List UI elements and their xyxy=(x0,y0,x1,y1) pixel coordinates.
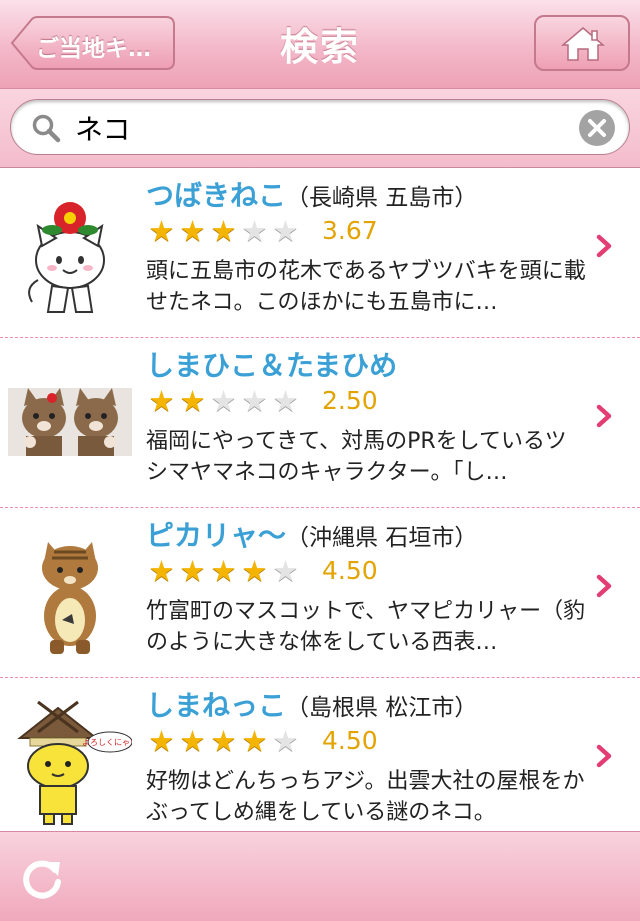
home-button[interactable] xyxy=(534,15,630,71)
thumbnail-shimanekko: よろしくにゃ！ xyxy=(8,698,138,828)
item-location: （長崎県 五島市） xyxy=(286,185,478,211)
star-empty-icon: ★ xyxy=(241,214,268,248)
search-field[interactable] xyxy=(10,99,630,155)
rating-score: 2.50 xyxy=(322,386,378,415)
cat-mascot-image: よろしくにゃ！ xyxy=(17,700,138,825)
rating-score: 4.50 xyxy=(322,726,378,755)
star-filled-icon: ★ xyxy=(179,554,206,588)
cat-mascot-image xyxy=(42,542,98,654)
speech-bubble-text: よろしくにゃ！ xyxy=(82,738,132,747)
item-location: （沖縄県 石垣市） xyxy=(286,525,478,551)
item-name: ピカリャ〜 xyxy=(146,519,287,552)
bottom-toolbar xyxy=(0,831,640,921)
star-rating: ★ ★ ★ ★ ★ xyxy=(146,724,301,758)
star-filled-icon: ★ xyxy=(241,724,268,758)
star-filled-icon: ★ xyxy=(210,214,237,248)
item-name: しまねっこ xyxy=(146,689,287,722)
list-item[interactable]: ピカリャ〜（沖縄県 石垣市） ★ ★ ★ ★ ★ 4.50 竹富町のマスコットで… xyxy=(0,508,640,678)
name-line: つばきねこ（長崎県 五島市） xyxy=(146,174,477,214)
name-line: しまひこ＆たまひめ xyxy=(146,344,397,384)
star-empty-icon: ★ xyxy=(272,554,299,588)
star-filled-icon: ★ xyxy=(148,554,175,588)
star-filled-icon: ★ xyxy=(210,554,237,588)
name-line: しまねっこ（島根県 松江市） xyxy=(146,684,477,724)
thumbnail-shimahiko-tamahime xyxy=(8,358,132,488)
rating-score: 4.50 xyxy=(322,556,378,585)
star-rating: ★ ★ ★ ★ ★ xyxy=(146,554,301,588)
item-description: 福岡にやってきて、対馬のPRをしているツシマヤマネコのキャラクター。「し… xyxy=(146,429,567,485)
star-filled-icon: ★ xyxy=(210,724,237,758)
star-empty-icon: ★ xyxy=(272,724,299,758)
cat-mascot-photo xyxy=(8,388,132,456)
star-empty-icon: ★ xyxy=(272,214,299,248)
star-rating: ★ ★ ★ ★ ★ xyxy=(146,214,301,248)
star-rating: ★ ★ ★ ★ ★ xyxy=(146,384,301,418)
item-description: 竹富町のマスコットで、ヤマピカリャー（豹のように大きな体をしている西表… xyxy=(146,599,586,655)
star-empty-icon: ★ xyxy=(210,384,237,418)
list-item[interactable]: しまひこ＆たまひめ ★ ★ ★ ★ ★ 2.50 福岡にやってきて、対馬のPRを… xyxy=(0,338,640,508)
chevron-right-icon xyxy=(596,574,612,598)
star-filled-icon: ★ xyxy=(148,214,175,248)
close-icon xyxy=(588,119,606,137)
list-item[interactable]: つばきねこ（長崎県 五島市） ★ ★ ★ ★ ★ 3.67 頭に五島市の花木であ… xyxy=(0,168,640,338)
thumbnail-tsubakineko xyxy=(8,188,132,318)
star-empty-icon: ★ xyxy=(241,384,268,418)
list-item[interactable]: よろしくにゃ！ しまねっこ（島根県 松江市） ★ ★ ★ ★ ★ 4.50 好物… xyxy=(0,678,640,831)
home-icon xyxy=(561,27,605,61)
navigation-bar: ご当地キ… 検索 xyxy=(0,0,640,89)
search-icon xyxy=(32,114,61,143)
chevron-right-icon xyxy=(596,744,612,768)
item-name: つばきねこ xyxy=(146,179,287,212)
item-description: 好物はどんちっちアジ。出雲大社の屋根をかぶってしめ縄をしている謎のネコ。 xyxy=(146,769,585,825)
star-filled-icon: ★ xyxy=(148,384,175,418)
item-location: （島根県 松江市） xyxy=(286,695,478,721)
cat-mascot-image xyxy=(28,202,105,313)
star-empty-icon: ★ xyxy=(272,384,299,418)
star-filled-icon: ★ xyxy=(148,724,175,758)
name-line: ピカリャ〜（沖縄県 石垣市） xyxy=(146,514,477,554)
results-list: つばきねこ（長崎県 五島市） ★ ★ ★ ★ ★ 3.67 頭に五島市の花木であ… xyxy=(0,168,640,831)
search-bar xyxy=(0,89,640,168)
item-name: しまひこ＆たまひめ xyxy=(146,349,398,382)
refresh-icon[interactable] xyxy=(18,854,66,902)
search-input[interactable] xyxy=(73,107,557,149)
star-filled-icon: ★ xyxy=(241,554,268,588)
star-filled-icon: ★ xyxy=(179,724,206,758)
clear-search-button[interactable] xyxy=(579,110,615,146)
chevron-right-icon xyxy=(596,404,612,428)
item-description: 頭に五島市の花木であるヤブツバキを頭に載せたネコ。このほかにも五島市に… xyxy=(146,259,586,315)
star-filled-icon: ★ xyxy=(179,214,206,248)
thumbnail-pikarya xyxy=(8,528,132,658)
star-filled-icon: ★ xyxy=(179,384,206,418)
chevron-right-icon xyxy=(596,234,612,258)
rating-score: 3.67 xyxy=(322,216,378,245)
